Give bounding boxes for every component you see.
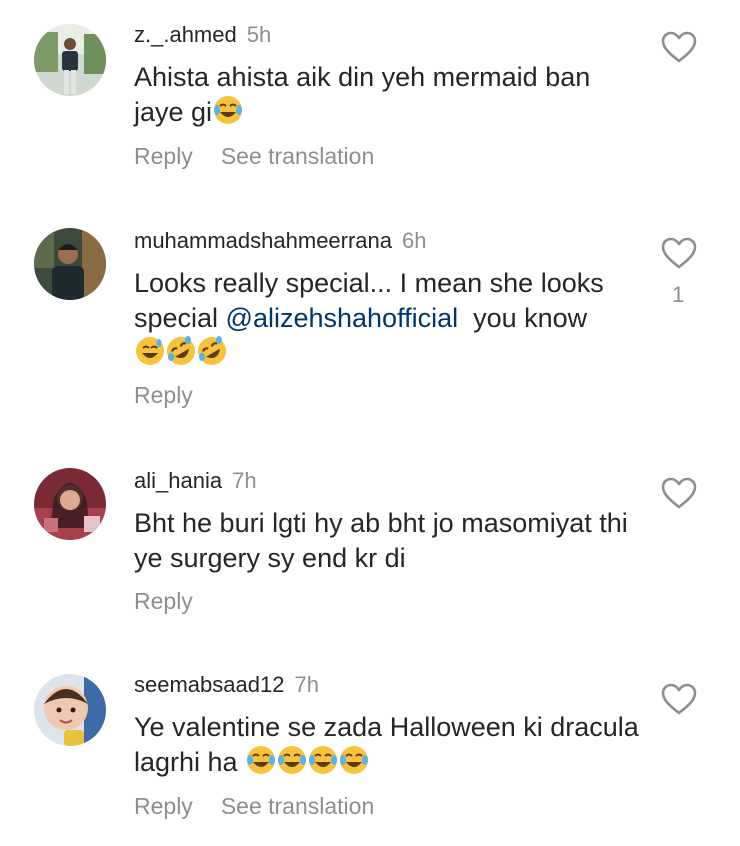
heart-outline-icon[interactable] <box>660 236 698 270</box>
timestamp: 6h <box>402 228 427 253</box>
comment-header: seemabsaad12 7h <box>134 672 319 698</box>
comment-header: ali_hania 7h <box>134 468 257 494</box>
heart-outline-icon[interactable] <box>660 476 698 510</box>
comment-text: Looks really special... I mean she looks… <box>134 266 634 371</box>
face-with-tears-of-joy-emoji <box>246 745 276 775</box>
username[interactable]: muhammadshahmeerrana <box>134 228 392 253</box>
comment-item: seemabsaad12 7h Ye valentine se zada Hall… <box>0 650 740 846</box>
face-with-tears-of-joy-emoji <box>339 745 369 775</box>
avatar[interactable] <box>34 24 106 96</box>
username[interactable]: seemabsaad12 <box>134 672 284 697</box>
rolling-on-floor-laughing-emoji <box>166 336 196 366</box>
comment-actions: Reply <box>134 588 221 615</box>
avatar[interactable] <box>34 468 106 540</box>
face-with-tears-of-joy-emoji <box>277 745 307 775</box>
comment-body-tail: you know <box>458 303 588 333</box>
like-count: 1 <box>672 282 685 307</box>
timestamp: 5h <box>246 22 272 47</box>
comment-item: z._.ahmed 5h Ahista ahista aik din yeh me… <box>0 0 740 200</box>
rolling-on-floor-laughing-emoji <box>197 336 227 366</box>
comment-item: ali_hania 7h Bht he buri lgti hy ab bht j… <box>0 440 740 650</box>
heart-outline-icon[interactable] <box>660 682 698 716</box>
comment-text: Ahista ahista aik din yeh mermaid ban ja… <box>134 60 634 130</box>
face-with-tears-of-joy-emoji <box>213 95 243 125</box>
mention-link[interactable]: @alizehshahofficial <box>226 303 459 333</box>
grinning-face-with-sweat-emoji <box>135 336 165 366</box>
see-translation-button[interactable]: See translation <box>221 143 374 169</box>
comment-body: Bht he buri lgti hy ab bht jo masomiyat … <box>134 508 628 573</box>
face-with-tears-of-joy-emoji <box>308 745 338 775</box>
comment-body: Ahista ahista aik din yeh mermaid ban ja… <box>134 62 591 127</box>
reply-button[interactable]: Reply <box>134 382 193 408</box>
comment-actions: Reply See translation <box>134 793 402 820</box>
comment-item: muhammadshahmeerrana 6h Looks really spec… <box>0 200 740 440</box>
see-translation-button[interactable]: See translation <box>221 793 374 819</box>
comment-actions: Reply See translation <box>134 143 402 170</box>
comment-body: Ye valentine se zada Halloween ki dracul… <box>134 712 639 777</box>
comment-header: z._.ahmed 5h <box>134 22 271 48</box>
heart-outline-icon[interactable] <box>660 30 698 64</box>
username[interactable]: z._.ahmed <box>134 22 237 47</box>
reply-button[interactable]: Reply <box>134 588 193 614</box>
avatar[interactable] <box>34 674 106 746</box>
timestamp: 7h <box>232 468 257 493</box>
avatar[interactable] <box>34 228 106 300</box>
comment-text: Bht he buri lgti hy ab bht jo masomiyat … <box>134 506 654 576</box>
comment-text: Ye valentine se zada Halloween ki dracul… <box>134 710 654 780</box>
reply-button[interactable]: Reply <box>134 793 193 819</box>
username[interactable]: ali_hania <box>134 468 222 493</box>
reply-button[interactable]: Reply <box>134 143 193 169</box>
timestamp: 7h <box>294 672 319 697</box>
comment-actions: Reply <box>134 382 221 409</box>
comment-header: muhammadshahmeerrana 6h <box>134 228 427 254</box>
